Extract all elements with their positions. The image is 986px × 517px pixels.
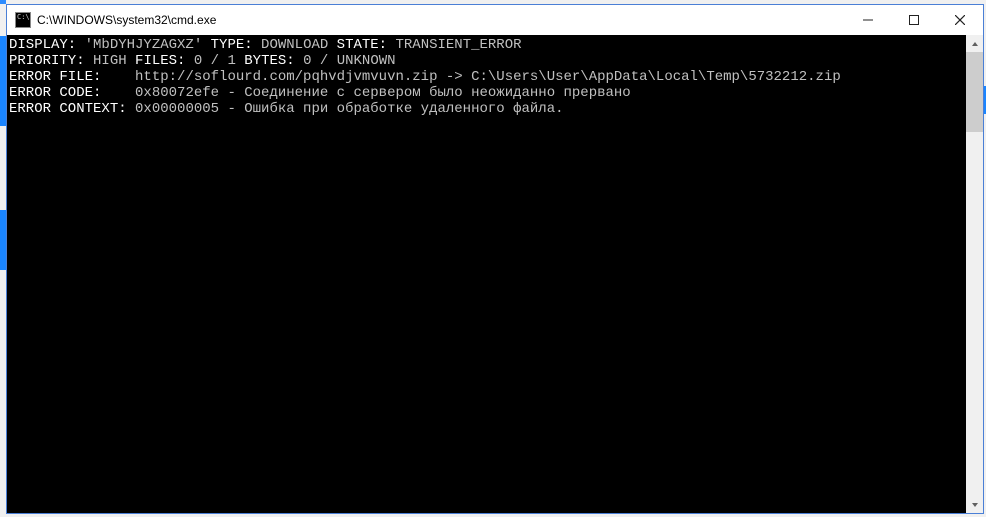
label-error-file: ERROR FILE:	[9, 69, 135, 85]
scrollbar-thumb[interactable]	[966, 52, 983, 132]
console-frame: DISPLAY: 'MbDYHJYZAGXZ' TYPE: DOWNLOAD S…	[7, 35, 983, 513]
console-output[interactable]: DISPLAY: 'MbDYHJYZAGXZ' TYPE: DOWNLOAD S…	[7, 35, 966, 513]
chevron-down-icon	[971, 501, 979, 509]
close-button[interactable]	[937, 5, 983, 35]
minimize-button[interactable]	[845, 5, 891, 35]
minimize-icon	[863, 15, 873, 25]
value-display: 'MbDYHJYZAGXZ'	[76, 37, 210, 53]
titlebar[interactable]: C:\WINDOWS\system32\cmd.exe	[7, 5, 983, 35]
scroll-up-button[interactable]	[966, 35, 983, 52]
value-state: TRANSIENT_ERROR	[387, 37, 521, 53]
label-error-code: ERROR CODE:	[9, 85, 135, 101]
label-files: FILES:	[135, 53, 185, 69]
window-title: C:\WINDOWS\system32\cmd.exe	[37, 13, 216, 27]
label-priority: PRIORITY:	[9, 53, 85, 69]
label-bytes: BYTES:	[244, 53, 294, 69]
vertical-scrollbar[interactable]	[966, 35, 983, 513]
value-files: 0 / 1	[185, 53, 244, 69]
maximize-icon	[909, 15, 919, 25]
close-icon	[955, 15, 965, 25]
maximize-button[interactable]	[891, 5, 937, 35]
value-error-file: http://soflourd.com/pqhvdjvmvuvn.zip -> …	[135, 69, 841, 85]
label-error-context: ERROR CONTEXT:	[9, 101, 135, 117]
scroll-down-button[interactable]	[966, 496, 983, 513]
label-display: DISPLAY:	[9, 37, 76, 53]
cmd-window: C:\WINDOWS\system32\cmd.exe DISPLAY: 'Mb…	[6, 4, 984, 514]
value-priority: HIGH	[85, 53, 135, 69]
value-bytes: 0 / UNKNOWN	[295, 53, 396, 69]
value-error-context: 0x00000005 - Ошибка при обработке удален…	[135, 101, 563, 117]
value-type: DOWNLOAD	[253, 37, 337, 53]
label-state: STATE:	[337, 37, 387, 53]
cmd-icon	[15, 12, 31, 28]
value-error-code: 0x80072efe - Соединение с сервером было …	[135, 85, 631, 101]
chevron-up-icon	[971, 40, 979, 48]
window-controls	[845, 5, 983, 35]
label-type: TYPE:	[211, 37, 253, 53]
